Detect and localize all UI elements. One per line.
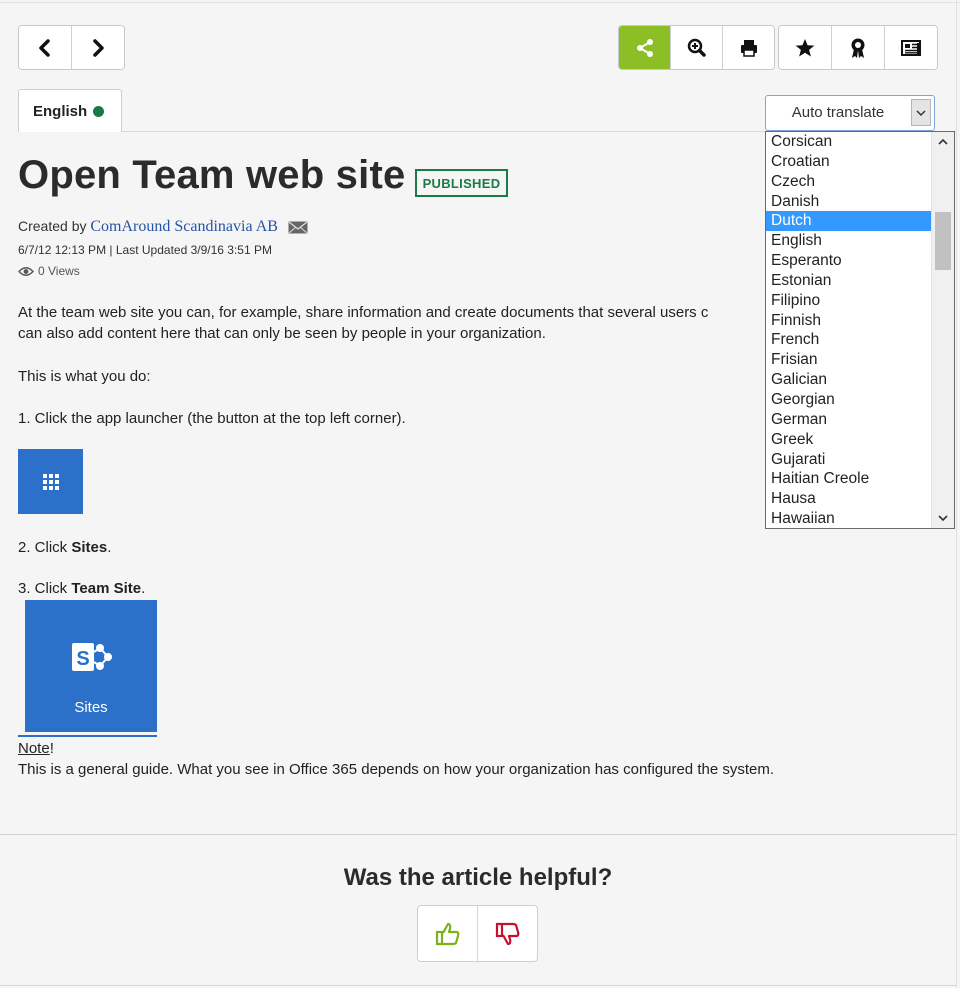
print-icon — [740, 39, 757, 57]
created-date: 6/7/12 12:13 PM — [18, 243, 107, 257]
language-option[interactable]: Finnish — [766, 311, 931, 331]
language-option[interactable]: Greek — [766, 430, 931, 450]
step-3-emphasis: Team Site — [71, 580, 142, 597]
top-border — [0, 2, 960, 3]
chevron-down-icon — [916, 109, 926, 116]
sites-tile-image: S Sites — [25, 600, 157, 732]
language-options: Corsican Croatian Czech Danish Dutch English E… — [766, 132, 954, 528]
step-2: 2. Click Sites. — [18, 539, 112, 556]
language-option[interactable]: French — [766, 330, 931, 350]
language-option[interactable]: Czech — [766, 172, 931, 192]
step-3-prefix: 3. Click — [18, 580, 72, 597]
intro-line-2: can also add content here that can only … — [18, 325, 546, 342]
thumbs-down-button[interactable] — [477, 906, 537, 961]
created-by: Created by ComAround Scandinavia AB — [18, 218, 308, 236]
language-option[interactable]: Hawaiian — [766, 509, 931, 528]
language-option[interactable]: Esperanto — [766, 251, 931, 271]
select-value: Auto translate — [791, 104, 885, 121]
thumbs-up-button[interactable] — [418, 906, 477, 961]
scroll-thumb[interactable] — [935, 212, 951, 270]
language-listbox[interactable]: Corsican Croatian Czech Danish Dutch English E… — [765, 131, 955, 529]
created-prefix: Created by — [18, 218, 87, 234]
language-status-dot — [93, 105, 105, 117]
language-option[interactable]: Corsican — [766, 132, 931, 152]
share-icon — [636, 38, 653, 57]
language-option[interactable]: Croatian — [766, 152, 931, 172]
scroll-down-button[interactable] — [932, 508, 954, 528]
nav-button-group — [18, 25, 125, 70]
favorite-button[interactable] — [779, 26, 831, 69]
bottom-border — [0, 985, 956, 986]
language-option[interactable]: Estonian — [766, 271, 931, 291]
date-separator: | — [109, 243, 113, 257]
intro-line-1: At the team web site you can, for exampl… — [18, 304, 709, 321]
instructions-heading: This is what you do: — [18, 368, 151, 385]
language-option[interactable]: Galician — [766, 370, 931, 390]
chevron-up-icon — [938, 138, 948, 145]
star-icon — [795, 38, 815, 56]
views-label: 0 Views — [38, 264, 80, 278]
zoom-in-icon — [687, 38, 706, 57]
language-option[interactable]: Filipino — [766, 291, 931, 311]
chevron-down-icon — [938, 515, 948, 522]
eye-icon — [18, 266, 34, 276]
note-text: This is a general guide. What you see in… — [18, 761, 775, 778]
language-option[interactable]: Gujarati — [766, 450, 931, 470]
article-dates: 6/7/12 12:13 PM | Last Updated 3/9/16 3:… — [18, 243, 272, 257]
language-option[interactable]: Hausa — [766, 489, 931, 509]
step-3: 3. Click Team Site. — [18, 580, 146, 597]
chevron-left-icon — [39, 38, 50, 57]
scroll-up-button[interactable] — [932, 132, 954, 152]
award-button[interactable] — [831, 26, 884, 69]
tile-underline — [18, 735, 157, 737]
tool-button-group-2 — [778, 25, 938, 70]
chevron-right-icon — [93, 38, 104, 57]
share-button[interactable] — [619, 26, 670, 69]
zoom-button[interactable] — [670, 26, 722, 69]
sites-tile-label: Sites — [74, 699, 108, 716]
right-border — [956, 0, 957, 988]
language-option[interactable]: German — [766, 410, 931, 430]
note-label: Note! — [18, 740, 54, 757]
views-count: 0 Views — [18, 264, 80, 278]
auto-translate-select[interactable]: Auto translate — [765, 95, 935, 131]
print-button[interactable] — [722, 26, 774, 69]
forward-button[interactable] — [71, 26, 124, 69]
page-title: Open Team web site — [18, 153, 406, 197]
feedback-question: Was the article helpful? — [343, 864, 613, 891]
feedback-separator — [0, 834, 956, 835]
thumbs-down-icon — [495, 922, 519, 945]
status-badge: PUBLISHED — [415, 169, 508, 197]
updated-date: Last Updated 3/9/16 3:51 PM — [115, 243, 272, 257]
award-ribbon-icon — [851, 38, 865, 58]
app-launcher-image — [18, 449, 83, 514]
language-option[interactable]: Haitian Creole — [766, 469, 931, 489]
author-link[interactable]: ComAround Scandinavia AB — [90, 218, 278, 235]
sharepoint-icon: S — [72, 643, 112, 671]
note-underlined: Note — [18, 740, 50, 757]
newspaper-icon — [901, 39, 921, 56]
step-2-emphasis: Sites — [71, 539, 108, 556]
step-2-prefix: 2. Click — [18, 539, 72, 556]
language-option[interactable]: Danish — [766, 192, 931, 212]
tool-button-group — [618, 25, 775, 70]
news-button[interactable] — [884, 26, 937, 69]
feedback-button-group — [417, 905, 538, 962]
svg-text:S: S — [76, 648, 89, 670]
tab-label: English — [33, 102, 88, 120]
app-launcher-grid-icon — [42, 473, 59, 490]
language-option[interactable]: Dutch — [766, 211, 931, 232]
language-option[interactable]: Georgian — [766, 390, 931, 410]
language-option[interactable]: Frisian — [766, 350, 931, 370]
listbox-scrollbar[interactable] — [931, 132, 954, 528]
step-1: 1. Click the app launcher (the button at… — [18, 410, 406, 427]
tab-english[interactable]: English — [18, 89, 122, 132]
language-option[interactable]: English — [766, 231, 931, 251]
select-arrow[interactable] — [911, 99, 931, 126]
back-button[interactable] — [19, 26, 71, 69]
thumbs-up-icon — [435, 922, 459, 945]
intro-paragraph: At the team web site you can, for exampl… — [18, 302, 708, 344]
mail-icon[interactable] — [288, 221, 308, 234]
